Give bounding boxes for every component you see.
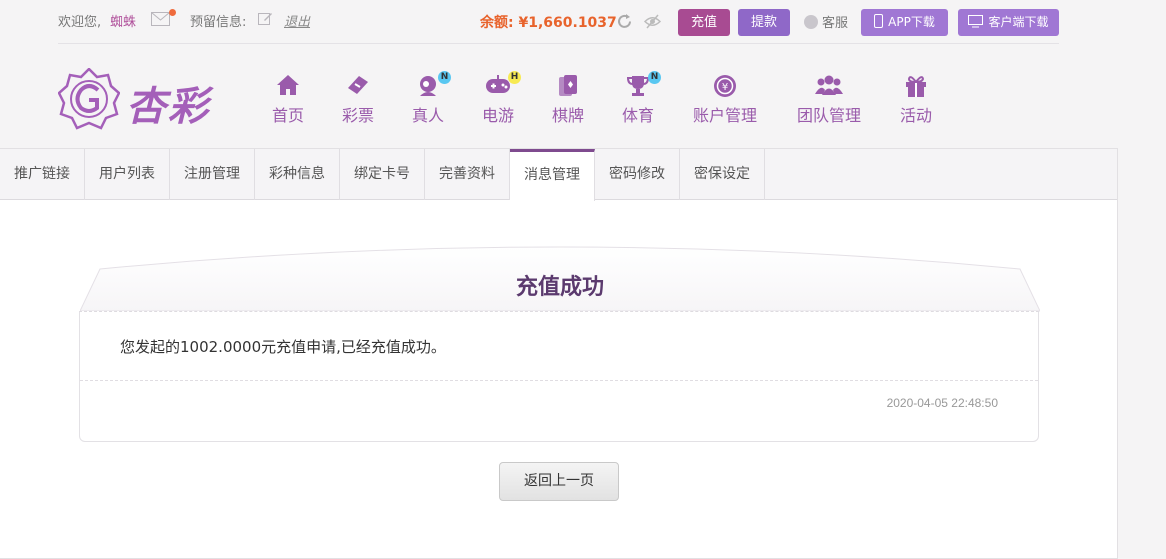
top-bar: 欢迎您, 蜘蛛 预留信息: 退出 余额: ¥1,660.1037 充值 提款 客… <box>58 0 1059 44</box>
account-icon: ¥ <box>714 75 736 97</box>
logo-text: 杏彩 <box>126 83 210 130</box>
tab-profile[interactable]: 完善资料 <box>425 149 510 200</box>
tab-messages[interactable]: 消息管理 <box>510 149 595 201</box>
nav-live[interactable]: N 真人 <box>398 71 458 126</box>
nav-label: 彩票 <box>341 106 374 125</box>
nav-label: 棋牌 <box>551 106 584 125</box>
withdraw-button[interactable]: 提款 <box>738 9 790 36</box>
nav-label: 活动 <box>899 106 932 125</box>
nav-label: 首页 <box>271 106 304 125</box>
tab-security[interactable]: 密保设定 <box>680 149 765 200</box>
tab-bind-card[interactable]: 绑定卡号 <box>340 149 425 200</box>
refresh-icon[interactable] <box>616 13 633 30</box>
welcome-text: 欢迎您, <box>58 15 102 30</box>
logout-link[interactable]: 退出 <box>284 11 310 30</box>
gift-icon <box>906 76 926 97</box>
nav-electronic-games[interactable]: H 电游 <box>468 71 528 126</box>
edit-icon[interactable] <box>258 11 273 26</box>
message-timestamp: 2020-04-05 22:48:50 <box>886 396 998 410</box>
back-button[interactable]: 返回上一页 <box>499 462 619 501</box>
nav-team-management[interactable]: 团队管理 <box>788 74 870 126</box>
nav-lottery[interactable]: 彩票 <box>328 74 388 126</box>
client-download-label: 客户端下载 <box>988 15 1049 29</box>
trophy-icon <box>626 76 650 96</box>
service-label: 客服 <box>822 16 849 31</box>
hide-balance-icon[interactable] <box>644 13 661 30</box>
customer-service-link[interactable]: 客服 <box>804 12 848 31</box>
svg-text:¥: ¥ <box>722 82 728 93</box>
team-icon <box>815 75 843 95</box>
nav-chess-cards[interactable]: 棋牌 <box>538 74 598 126</box>
main-panel: 推广链接 用户列表 注册管理 彩种信息 绑定卡号 完善资料 消息管理 密码修改 … <box>0 148 1118 559</box>
cards-icon <box>559 75 577 96</box>
balance-amount: 余额: ¥1,660.1037 <box>480 15 617 31</box>
live-dealer-icon <box>420 76 436 96</box>
nav-label: 体育 <box>621 106 654 125</box>
nav-promotions[interactable]: 活动 <box>886 74 946 126</box>
app-download-label: APP下载 <box>888 15 935 29</box>
message-card: 您发起的1002.0000元充值申请,已经充值成功。 2020-04-05 22… <box>79 311 1039 442</box>
hot-badge: H <box>508 71 521 84</box>
home-icon <box>277 75 299 95</box>
tab-promo-link[interactable]: 推广链接 <box>0 149 85 200</box>
nav-sports[interactable]: N 体育 <box>608 71 668 126</box>
recharge-button[interactable]: 充值 <box>678 9 730 36</box>
new-badge: N <box>438 71 451 84</box>
username[interactable]: 蜘蛛 <box>110 11 136 30</box>
nav-label: 真人 <box>411 106 444 125</box>
unread-dot <box>169 9 176 16</box>
tab-change-password[interactable]: 密码修改 <box>595 149 680 200</box>
nav-label: 团队管理 <box>796 106 861 125</box>
nav-label: 电游 <box>481 106 514 125</box>
logo-emblem-icon <box>58 68 120 130</box>
nav-account-management[interactable]: ¥ 账户管理 <box>684 74 766 126</box>
monitor-icon <box>968 15 984 28</box>
tab-lottery-info[interactable]: 彩种信息 <box>255 149 340 200</box>
sub-tabs: 推广链接 用户列表 注册管理 彩种信息 绑定卡号 完善资料 消息管理 密码修改 … <box>0 149 1117 201</box>
tab-registration[interactable]: 注册管理 <box>170 149 255 200</box>
site-logo[interactable]: 杏彩 <box>58 68 218 130</box>
nav-home[interactable]: 首页 <box>258 74 318 126</box>
message-content: 您发起的1002.0000元充值申请,已经充值成功。 <box>120 338 446 356</box>
nav-label: 账户管理 <box>692 106 757 125</box>
client-download-button[interactable]: 客户端下载 <box>958 9 1059 36</box>
lottery-icon <box>348 76 368 94</box>
divider <box>80 380 1038 381</box>
app-download-button[interactable]: APP下载 <box>861 9 948 36</box>
mail-icon[interactable] <box>151 12 170 26</box>
service-icon <box>804 15 818 29</box>
phone-icon <box>874 14 884 28</box>
new-badge: N <box>648 71 661 84</box>
reserve-info-label: 预留信息: <box>190 15 247 30</box>
tab-user-list[interactable]: 用户列表 <box>85 149 170 200</box>
message-title: 充值成功 <box>515 275 604 300</box>
